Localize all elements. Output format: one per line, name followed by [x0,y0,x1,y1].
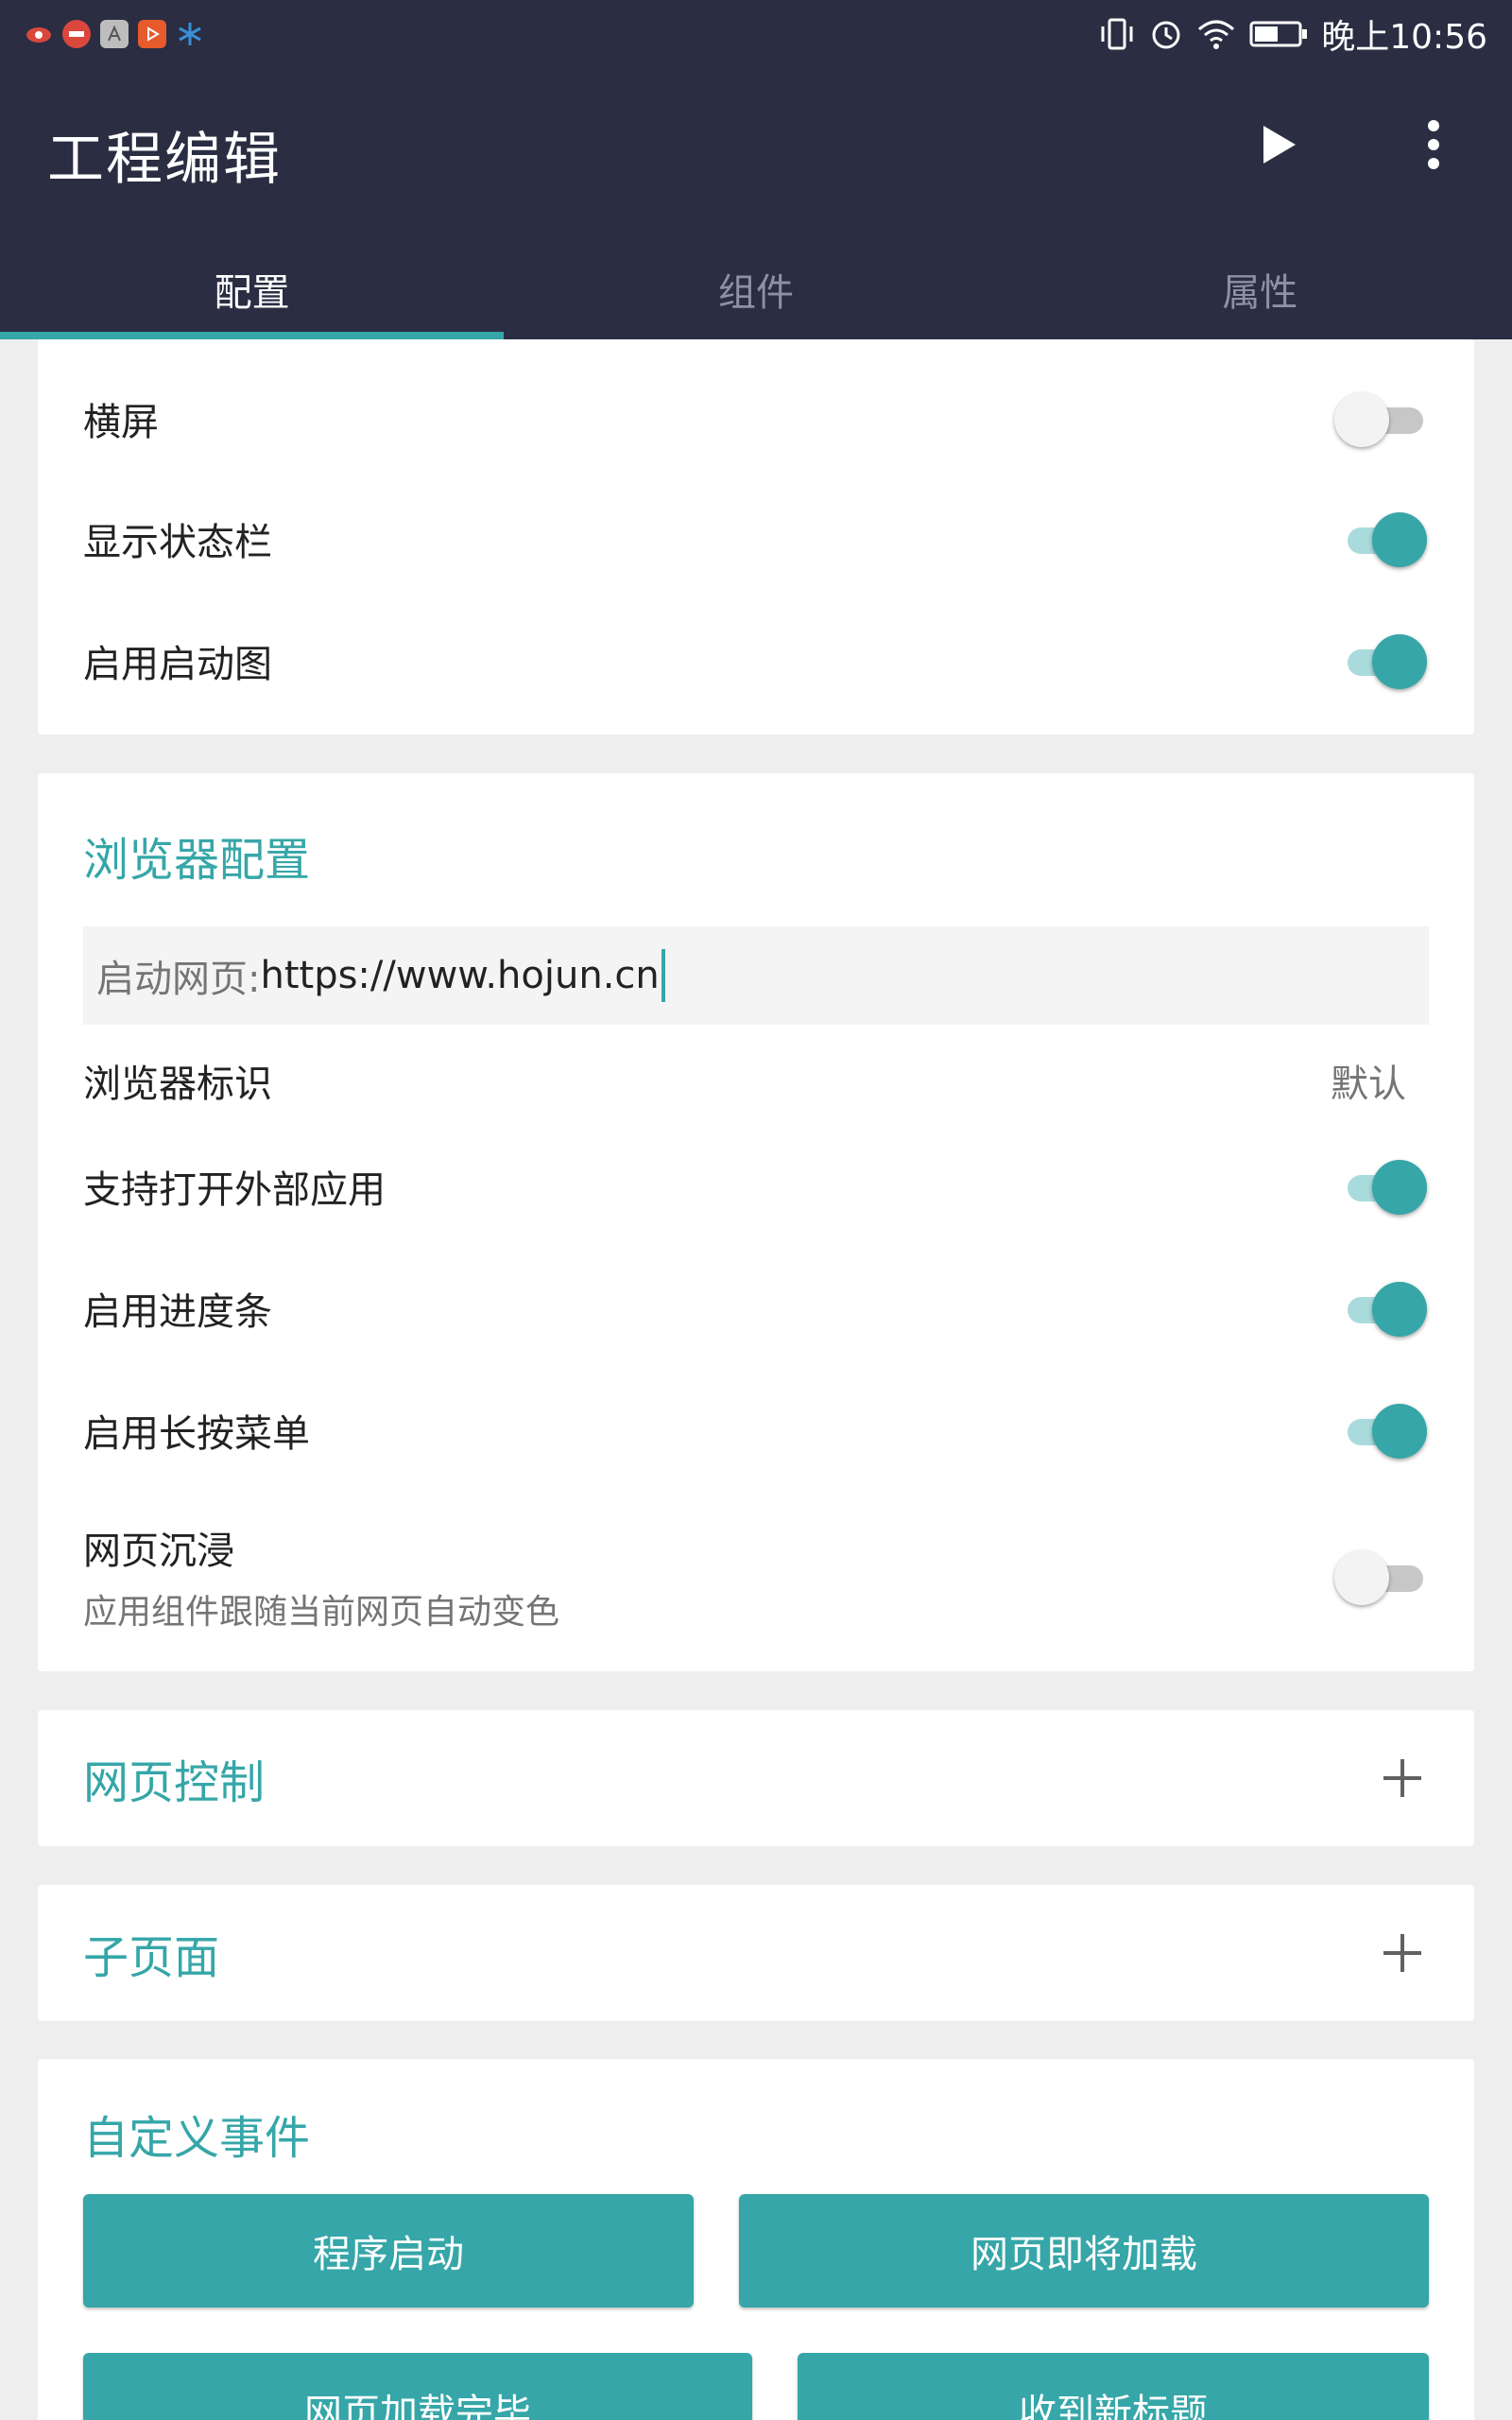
landscape-label: 横屏 [83,401,159,444]
sub-pages-title: 子页面 [83,1931,220,1984]
external-apps-switch[interactable] [1334,1158,1429,1215]
system-status: 晚上10:56 [1098,9,1487,59]
page-title: 工程编辑 [47,127,282,193]
landscape-switch[interactable] [1334,390,1429,447]
eye-app-icon [25,20,53,48]
event-page-loaded-button[interactable]: 网页加载完毕 [83,2353,752,2420]
tab-components[interactable]: 组件 [504,238,1007,339]
app-bar: 工程编辑 [0,85,1512,217]
event-app-start-button[interactable]: 程序启动 [83,2194,694,2308]
long-press-menu-label: 启用长按菜单 [83,1412,310,1456]
vibrate-icon [1098,17,1136,51]
tab-properties[interactable]: 属性 [1008,238,1512,339]
splash-switch[interactable] [1334,632,1429,689]
display-settings-card: 横屏 显示状态栏 启用启动图 [38,339,1474,735]
alarm-icon [1149,17,1183,51]
landscape-row[interactable]: 横屏 [83,381,1429,457]
play-button[interactable] [1247,113,1310,176]
immersive-text: 网页沉浸 应用组件跟随当前网页自动变色 [83,1520,559,1634]
tab-config[interactable]: 配置 [0,238,505,339]
event-new-title-button[interactable]: 收到新标题 [798,2353,1429,2420]
font-app-icon [100,20,129,48]
text-cursor [661,949,665,1002]
external-apps-label: 支持打开外部应用 [83,1168,386,1212]
browser-config-title: 浏览器配置 [83,834,311,887]
show-statusbar-switch[interactable] [1334,510,1429,567]
start-page-label: 启动网页: [96,958,261,1001]
long-press-menu-row[interactable]: 启用长按菜单 [83,1392,1429,1468]
sub-pages-card[interactable]: 子页面 [38,1885,1474,2021]
play-icon [1263,126,1296,164]
immersive-subtitle: 应用组件跟随当前网页自动变色 [83,1593,560,1632]
snowflake-app-icon [176,20,204,48]
more-vert-icon [1428,120,1439,169]
clock-time: 晚上10:56 [1321,18,1487,57]
custom-events-card: 自定义事件 程序启动 网页即将加载 网页加载完毕 收到新标题 [38,2059,1474,2420]
user-agent-value[interactable]: 默认 [1331,1053,1406,1108]
progress-bar-row[interactable]: 启用进度条 [83,1270,1429,1346]
external-apps-row[interactable]: 支持打开外部应用 [83,1149,1429,1224]
news-app-icon [62,20,91,48]
custom-events-title: 自定义事件 [83,2112,311,2165]
web-control-header[interactable]: 网页控制 [83,1710,1421,1846]
battery-icon [1249,20,1308,48]
wifi-icon [1196,18,1236,50]
immersive-switch[interactable] [1334,1548,1429,1605]
more-options-button[interactable] [1402,113,1465,176]
tab-bar: 配置 组件 属性 [0,238,1512,339]
long-press-menu-switch[interactable] [1334,1402,1429,1459]
user-agent-label: 浏览器标识 [83,1063,272,1106]
notification-icons [25,20,204,48]
sub-pages-header[interactable]: 子页面 [83,1885,1421,2021]
immersive-row[interactable]: 网页沉浸 应用组件跟随当前网页自动变色 [83,1520,1429,1634]
app-header: 晚上10:56 工程编辑 配置 组件 属性 [0,0,1512,339]
web-control-title: 网页控制 [83,1756,266,1809]
immersive-label: 网页沉浸 [83,1530,234,1573]
user-agent-row[interactable]: 浏览器标识 默认 [83,1047,1429,1114]
splash-label: 启用启动图 [83,643,272,686]
video-app-icon [138,20,166,48]
start-page-value[interactable]: https://www.hojun.cn [260,954,659,997]
progress-bar-switch[interactable] [1334,1280,1429,1337]
progress-bar-label: 启用进度条 [83,1290,272,1334]
event-page-will-load-button[interactable]: 网页即将加载 [739,2194,1429,2308]
status-bar: 晚上10:56 [0,0,1512,68]
show-statusbar-row[interactable]: 显示状态栏 [83,501,1429,577]
web-control-card[interactable]: 网页控制 [38,1710,1474,1846]
show-statusbar-label: 显示状态栏 [83,521,272,564]
start-page-field[interactable]: 启动网页: https://www.hojun.cn [83,926,1429,1025]
splash-row[interactable]: 启用启动图 [83,623,1429,699]
browser-config-card: 浏览器配置 启动网页: https://www.hojun.cn 浏览器标识 默… [38,773,1474,1671]
expand-plus-icon[interactable] [1383,1759,1421,1797]
expand-plus-icon[interactable] [1383,1934,1421,1972]
